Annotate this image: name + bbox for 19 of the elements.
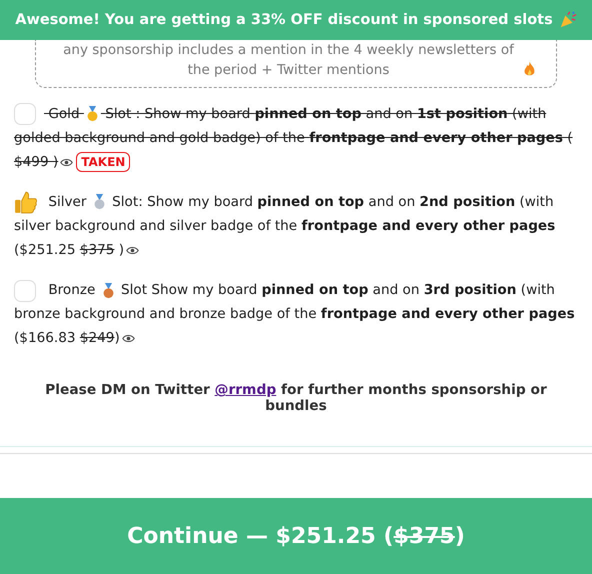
thumbs-up-icon[interactable]	[14, 190, 38, 214]
checkbox[interactable]	[14, 103, 36, 126]
promo-text: Awesome! You are getting a 33% OFF discount in sponsored slots	[15, 12, 553, 28]
party-popper-icon	[558, 11, 577, 29]
slot-option-label[interactable]: Gold Slot : Show my board pinned on top and on 1st position (with golded background and gold badge) of the frontpage and every other pages ( $499 ) TAKEN	[0, 102, 592, 174]
slot-option-label[interactable]: Silver Slot: Show my board pinned on top and on 2nd position (with silver background and silver badge of the frontpage and every other pages ($251.25 $375 )	[0, 190, 592, 262]
medal-icon	[86, 106, 99, 122]
eye-icon	[60, 158, 74, 167]
twitter-link[interactable]: @rrmdp	[214, 382, 276, 398]
eye-icon	[126, 246, 140, 256]
medal-icon	[92, 194, 106, 210]
taken-badge: TAKEN	[76, 152, 130, 172]
slot-option-label[interactable]: Bronze Slot Show my board pinned on top and on 3rd position (with bronze background and bronze badge of the frontpage and every other pages ($166.83 $249)	[0, 278, 592, 350]
eye-icon	[122, 334, 135, 344]
fire-icon	[523, 61, 536, 77]
checkbox[interactable]	[14, 280, 36, 302]
medal-icon	[102, 282, 115, 299]
info-text: any sponsorship includes a mention in the 4 weekly newsletters of the period + Twitter mentions	[62, 41, 516, 80]
dm-note: Please DM on Twitter @rrmdp for further months sponsorship or bundles	[44, 382, 548, 414]
